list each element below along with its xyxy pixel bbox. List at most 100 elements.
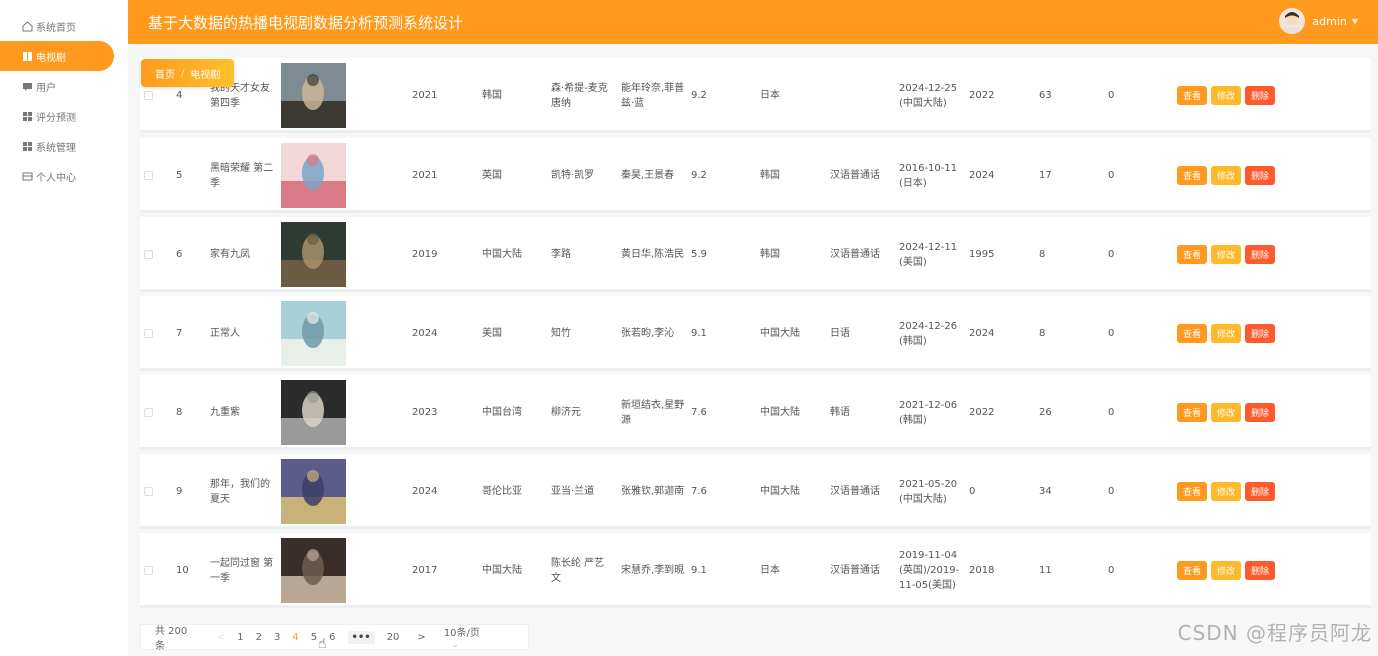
cell-year: 2021	[412, 90, 438, 101]
delete-button[interactable]: 删除	[1245, 166, 1276, 185]
cell-director: 李路	[551, 249, 571, 260]
view-button[interactable]: 查看	[1177, 245, 1208, 264]
view-button[interactable]: 查看	[1177, 561, 1208, 580]
sidebar-item-5[interactable]: 个人中心	[0, 161, 76, 191]
poster-image	[281, 380, 346, 445]
cell-zero: 0	[1108, 407, 1115, 418]
cell-region: 韩国	[760, 249, 780, 260]
page-number[interactable]: 3	[274, 632, 280, 643]
cell-director: 凯特·凯罗	[551, 170, 595, 181]
cell-rating: 7.6	[691, 486, 707, 497]
page-number[interactable]: 5	[311, 632, 317, 643]
cell-zero: 0	[1108, 328, 1115, 339]
cell-actors: 能年玲奈,菲普兹·蓝	[621, 82, 685, 109]
page-number-last[interactable]: 20	[387, 632, 400, 643]
breadcrumb-home[interactable]: 首页	[155, 66, 175, 81]
edit-button[interactable]: 修改	[1211, 561, 1242, 580]
cell-region: 日本	[760, 90, 780, 101]
sidebar-item-2[interactable]: 用户	[0, 71, 56, 101]
book-icon	[22, 51, 33, 62]
table-row: 9 那年，我们的夏天 2024 哥伦比亚 亚当·兰道 张雅钦,郭迦南 7.6 中国大陆 汉语普通…	[140, 454, 1371, 529]
sidebar-item-0[interactable]: 系统首页	[0, 11, 76, 41]
home-icon	[22, 20, 33, 32]
cell-rating: 9.2	[691, 170, 707, 181]
edit-button[interactable]: 修改	[1211, 86, 1242, 105]
page-number[interactable]: 2	[256, 632, 262, 643]
delete-button[interactable]: 删除	[1245, 324, 1276, 343]
watermark: CSDN @程序员阿龙	[1177, 621, 1372, 645]
cell-name: 黑暗荣耀 第二季	[210, 162, 274, 189]
view-button[interactable]: 查看	[1177, 403, 1208, 422]
row-checkbox[interactable]	[144, 487, 153, 496]
cell-no: 8	[176, 407, 183, 418]
page-size-select[interactable]: 10条/页⌄	[444, 624, 516, 650]
row-checkbox-cell	[144, 454, 156, 529]
page-number[interactable]: 1	[237, 632, 243, 643]
cell-year2: 2024	[969, 170, 995, 181]
prev-page-button[interactable]: <	[217, 632, 225, 643]
edit-button[interactable]: 修改	[1211, 166, 1242, 185]
delete-button[interactable]: 删除	[1245, 403, 1276, 422]
cell-country: 中国大陆	[482, 565, 522, 576]
delete-button[interactable]: 删除	[1245, 245, 1276, 264]
edit-button[interactable]: 修改	[1211, 324, 1242, 343]
view-button[interactable]: 查看	[1177, 324, 1208, 343]
row-checkbox[interactable]	[144, 250, 153, 259]
sidebar: 系统首页电视剧用户 评分预测 系统管理 个人中心	[0, 0, 128, 656]
poster-image	[281, 301, 346, 366]
row-checkbox[interactable]	[144, 329, 153, 338]
row-checkbox-cell	[144, 375, 156, 450]
row-checkbox[interactable]	[144, 566, 153, 575]
avatar[interactable]	[1279, 8, 1306, 34]
cell-actors: 新垣结衣,星野源	[621, 399, 685, 426]
chevron-down-icon: ⌄	[451, 640, 459, 649]
page-number[interactable]: 6	[329, 632, 335, 643]
sidebar-item-1[interactable]: 电视剧	[0, 41, 114, 71]
view-button[interactable]: 查看	[1177, 482, 1208, 501]
grid-icon	[22, 141, 33, 152]
poster-image	[281, 143, 346, 208]
user-menu[interactable]: admin ▼	[1279, 8, 1358, 34]
username[interactable]: admin	[1312, 15, 1346, 28]
cell-name: 一起同过窗 第一季	[210, 557, 274, 584]
sidebar-item-4[interactable]: 系统管理	[0, 131, 76, 161]
view-button[interactable]: 查看	[1177, 86, 1208, 105]
row-checkbox[interactable]	[144, 408, 153, 417]
cell-director: 森·希提-麦克唐纳	[551, 82, 608, 109]
sidebar-item-3[interactable]: 评分预测	[0, 101, 76, 131]
cell-release: 2016-10-11 (日本)	[899, 162, 958, 189]
next-page-button[interactable]: >	[417, 632, 425, 643]
edit-button[interactable]: 修改	[1211, 482, 1242, 501]
cell-count: 34	[1039, 486, 1052, 497]
cell-zero: 0	[1108, 486, 1115, 497]
delete-button[interactable]: 删除	[1245, 86, 1276, 105]
cell-actors: 宋慧乔,李到晛	[621, 565, 685, 576]
cell-language: 汉语普通话	[830, 565, 880, 576]
cell-no: 6	[176, 249, 183, 260]
cell-release: 2019-11-04 (英国)/2019-11-05(美国)	[899, 550, 960, 591]
cell-release: 2024-12-26 (韩国)	[899, 320, 958, 347]
row-checkbox[interactable]	[144, 171, 153, 180]
table-row: 6 家有九凤 2019 中国大陆 李路 黄日华,陈浩民 5.9 韩国 汉语普通话 2024-12-…	[140, 217, 1371, 292]
edit-button[interactable]: 修改	[1211, 245, 1242, 264]
chevron-down-icon[interactable]: ▼	[1352, 17, 1358, 26]
row-checkbox[interactable]	[144, 91, 153, 100]
app-title: 基于大数据的热播电视剧数据分析预测系统设计	[148, 13, 464, 32]
view-button[interactable]: 查看	[1177, 166, 1208, 185]
table-row: 10 一起同过窗 第一季 2017 中国大陆 陈长纶 严艺文 宋慧乔,李到晛 9.1 日本 汉语…	[140, 533, 1371, 608]
more-pages-icon[interactable]: •••	[347, 630, 375, 644]
cell-director: 柳济元	[551, 407, 581, 418]
delete-button[interactable]: 删除	[1245, 482, 1276, 501]
row-actions: 查看 修改 删除	[1177, 454, 1317, 529]
sidebar-item-label: 系统首页	[36, 22, 76, 34]
cell-year2: 0	[969, 486, 976, 497]
cell-no: 9	[176, 486, 183, 497]
edit-button[interactable]: 修改	[1211, 403, 1242, 422]
row-actions: 查看 修改 删除	[1177, 217, 1317, 292]
cell-year: 2021	[412, 170, 438, 181]
cell-year2: 1995	[969, 249, 995, 260]
sidebar-item-label: 电视剧	[36, 52, 66, 64]
page-number[interactable]: 4	[292, 632, 298, 643]
delete-button[interactable]: 删除	[1245, 561, 1276, 580]
row-actions: 查看 修改 删除	[1177, 296, 1317, 371]
